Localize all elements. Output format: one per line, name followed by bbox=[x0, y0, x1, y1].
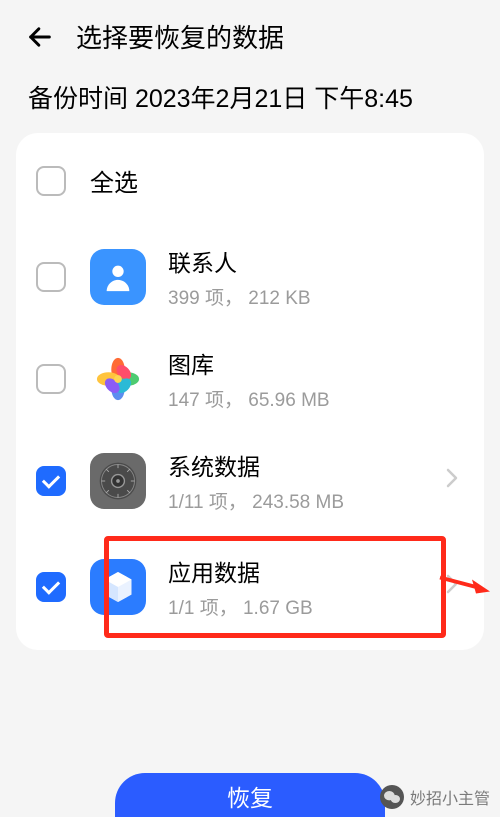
list-item-appdata[interactable]: 应用数据 1/1 项， 1.67 GB bbox=[16, 532, 484, 642]
footer-watermark: 妙招小主管 bbox=[380, 785, 490, 809]
checkbox-system[interactable] bbox=[36, 466, 66, 496]
item-subtitle: 1/11 项， 243.58 MB bbox=[168, 487, 446, 514]
footer-text: 妙招小主管 bbox=[410, 785, 490, 809]
list-item-gallery[interactable]: 图库 147 项， 65.96 MB bbox=[16, 328, 484, 430]
checkbox-appdata[interactable] bbox=[36, 572, 66, 602]
item-subtitle: 1/1 项， 1.67 GB bbox=[168, 593, 446, 620]
item-title: 联系人 bbox=[168, 244, 464, 278]
appdata-icon bbox=[90, 559, 146, 615]
item-title: 应用数据 bbox=[168, 554, 446, 588]
contacts-icon bbox=[90, 249, 146, 305]
restore-list-card: 全选 联系人 399 项， 212 KB bbox=[16, 133, 484, 650]
item-subtitle: 399 项， 212 KB bbox=[168, 283, 464, 310]
system-icon bbox=[90, 453, 146, 509]
page-title: 选择要恢复的数据 bbox=[76, 18, 284, 55]
list-item-system[interactable]: 系统数据 1/11 项， 243.58 MB bbox=[16, 430, 484, 532]
checkbox-gallery[interactable] bbox=[36, 364, 66, 394]
select-all-checkbox[interactable] bbox=[36, 166, 66, 196]
restore-button[interactable]: 恢复 bbox=[115, 773, 385, 817]
item-title: 图库 bbox=[168, 346, 464, 380]
wechat-icon bbox=[380, 785, 404, 809]
chevron-right-icon bbox=[446, 467, 458, 495]
gallery-icon bbox=[90, 351, 146, 407]
checkbox-contacts[interactable] bbox=[36, 262, 66, 292]
select-all-label: 全选 bbox=[90, 163, 138, 198]
restore-button-label: 恢复 bbox=[227, 779, 273, 813]
list-item-contacts[interactable]: 联系人 399 项， 212 KB bbox=[16, 226, 484, 328]
back-icon[interactable] bbox=[22, 19, 58, 55]
item-title: 系统数据 bbox=[168, 448, 446, 482]
arrow-annotation-icon bbox=[438, 570, 490, 605]
select-all-row[interactable]: 全选 bbox=[16, 141, 484, 226]
backup-time-label: 备份时间 2023年2月21日 下午8:45 bbox=[0, 65, 500, 133]
item-subtitle: 147 项， 65.96 MB bbox=[168, 385, 464, 412]
